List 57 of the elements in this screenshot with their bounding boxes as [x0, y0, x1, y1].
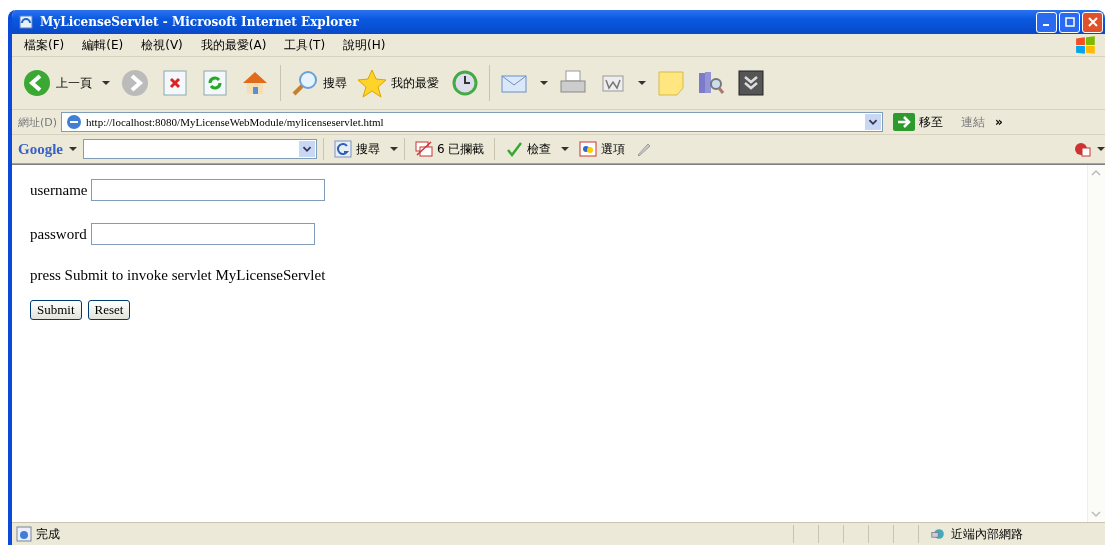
status-text: 完成	[36, 525, 60, 543]
g-letter-icon[interactable]	[334, 140, 352, 158]
search-icon[interactable]	[291, 69, 319, 97]
maximize-icon[interactable]	[1064, 17, 1075, 27]
address-field[interactable]: http://localhost:8080/MyLicenseWebModule/mylicenseservlet.html	[61, 112, 884, 132]
dropdown-arrow-icon[interactable]	[638, 81, 646, 85]
more-chevron[interactable]: »	[995, 115, 1003, 129]
popup-blocker-button[interactable]: 6 已攔截	[411, 140, 489, 158]
blocked-windows-icon[interactable]	[415, 140, 433, 158]
stop-icon[interactable]	[160, 68, 190, 98]
search-button[interactable]: 搜尋	[291, 69, 347, 97]
close-button[interactable]	[1082, 11, 1103, 33]
favorites-button[interactable]: 我的最愛	[357, 68, 439, 98]
spell-check-button[interactable]: 檢查	[501, 140, 556, 158]
close-icon[interactable]	[1087, 17, 1098, 27]
dropdown-arrow-icon[interactable]	[1097, 147, 1105, 151]
options-button[interactable]: 選項	[575, 140, 630, 158]
back-button[interactable]: 上一頁	[22, 68, 92, 98]
google-search-field[interactable]	[83, 139, 317, 159]
dropdown-arrow-icon[interactable]	[561, 147, 570, 151]
menu-item[interactable]: 說明(H)	[343, 36, 386, 54]
form-button[interactable]: Submit	[30, 300, 82, 320]
dropdown-arrow-icon[interactable]	[540, 81, 548, 85]
go-button[interactable]: 移至	[887, 113, 950, 131]
security-zone-text: 近端內部網路	[951, 525, 1023, 543]
options-icon[interactable]	[579, 140, 598, 158]
menu-item[interactable]: 檔案(F)	[24, 36, 65, 54]
address-label: 網址(D)	[18, 114, 58, 130]
dropdown-arrow-icon[interactable]	[390, 147, 398, 151]
text-field[interactable]	[90, 223, 315, 245]
form-button[interactable]: Reset	[87, 300, 131, 320]
dropdown-arrow-icon[interactable]	[102, 81, 110, 85]
menu-item[interactable]: 工具(T)	[284, 36, 326, 54]
minimize-button[interactable]	[1036, 11, 1057, 33]
windows-logo-icon	[1075, 35, 1097, 55]
refresh-icon[interactable]	[200, 68, 230, 98]
page-done-icon	[16, 526, 32, 542]
arrow-right-icon[interactable]	[893, 113, 916, 131]
menu-item[interactable]: 我的最愛(A)	[200, 36, 267, 54]
menu-item[interactable]: 檢視(V)	[141, 36, 183, 54]
star-icon[interactable]	[357, 68, 387, 98]
checkmark-icon[interactable]	[505, 140, 524, 158]
chevron-down-icon[interactable]	[736, 68, 766, 98]
field-label: password	[30, 225, 87, 243]
menu-item[interactable]: 編輯(E)	[82, 36, 124, 54]
maximize-button[interactable]	[1059, 11, 1080, 33]
text-field[interactable]	[91, 179, 326, 201]
browser-icon	[18, 14, 34, 30]
page-icon	[66, 114, 83, 130]
instruction-text: press Submit to invoke servlet MyLicenseServlet	[30, 267, 327, 284]
google-logo[interactable]: Google	[18, 140, 63, 158]
google-search-button[interactable]: 搜尋	[330, 140, 384, 158]
dropdown-arrow-icon[interactable]	[69, 147, 77, 151]
field-label: username	[30, 181, 88, 199]
links-label[interactable]: 連結	[961, 113, 986, 131]
window-title: MyLicenseServlet - Microsoft Internet Explorer	[40, 15, 359, 29]
network-icon	[931, 526, 947, 542]
